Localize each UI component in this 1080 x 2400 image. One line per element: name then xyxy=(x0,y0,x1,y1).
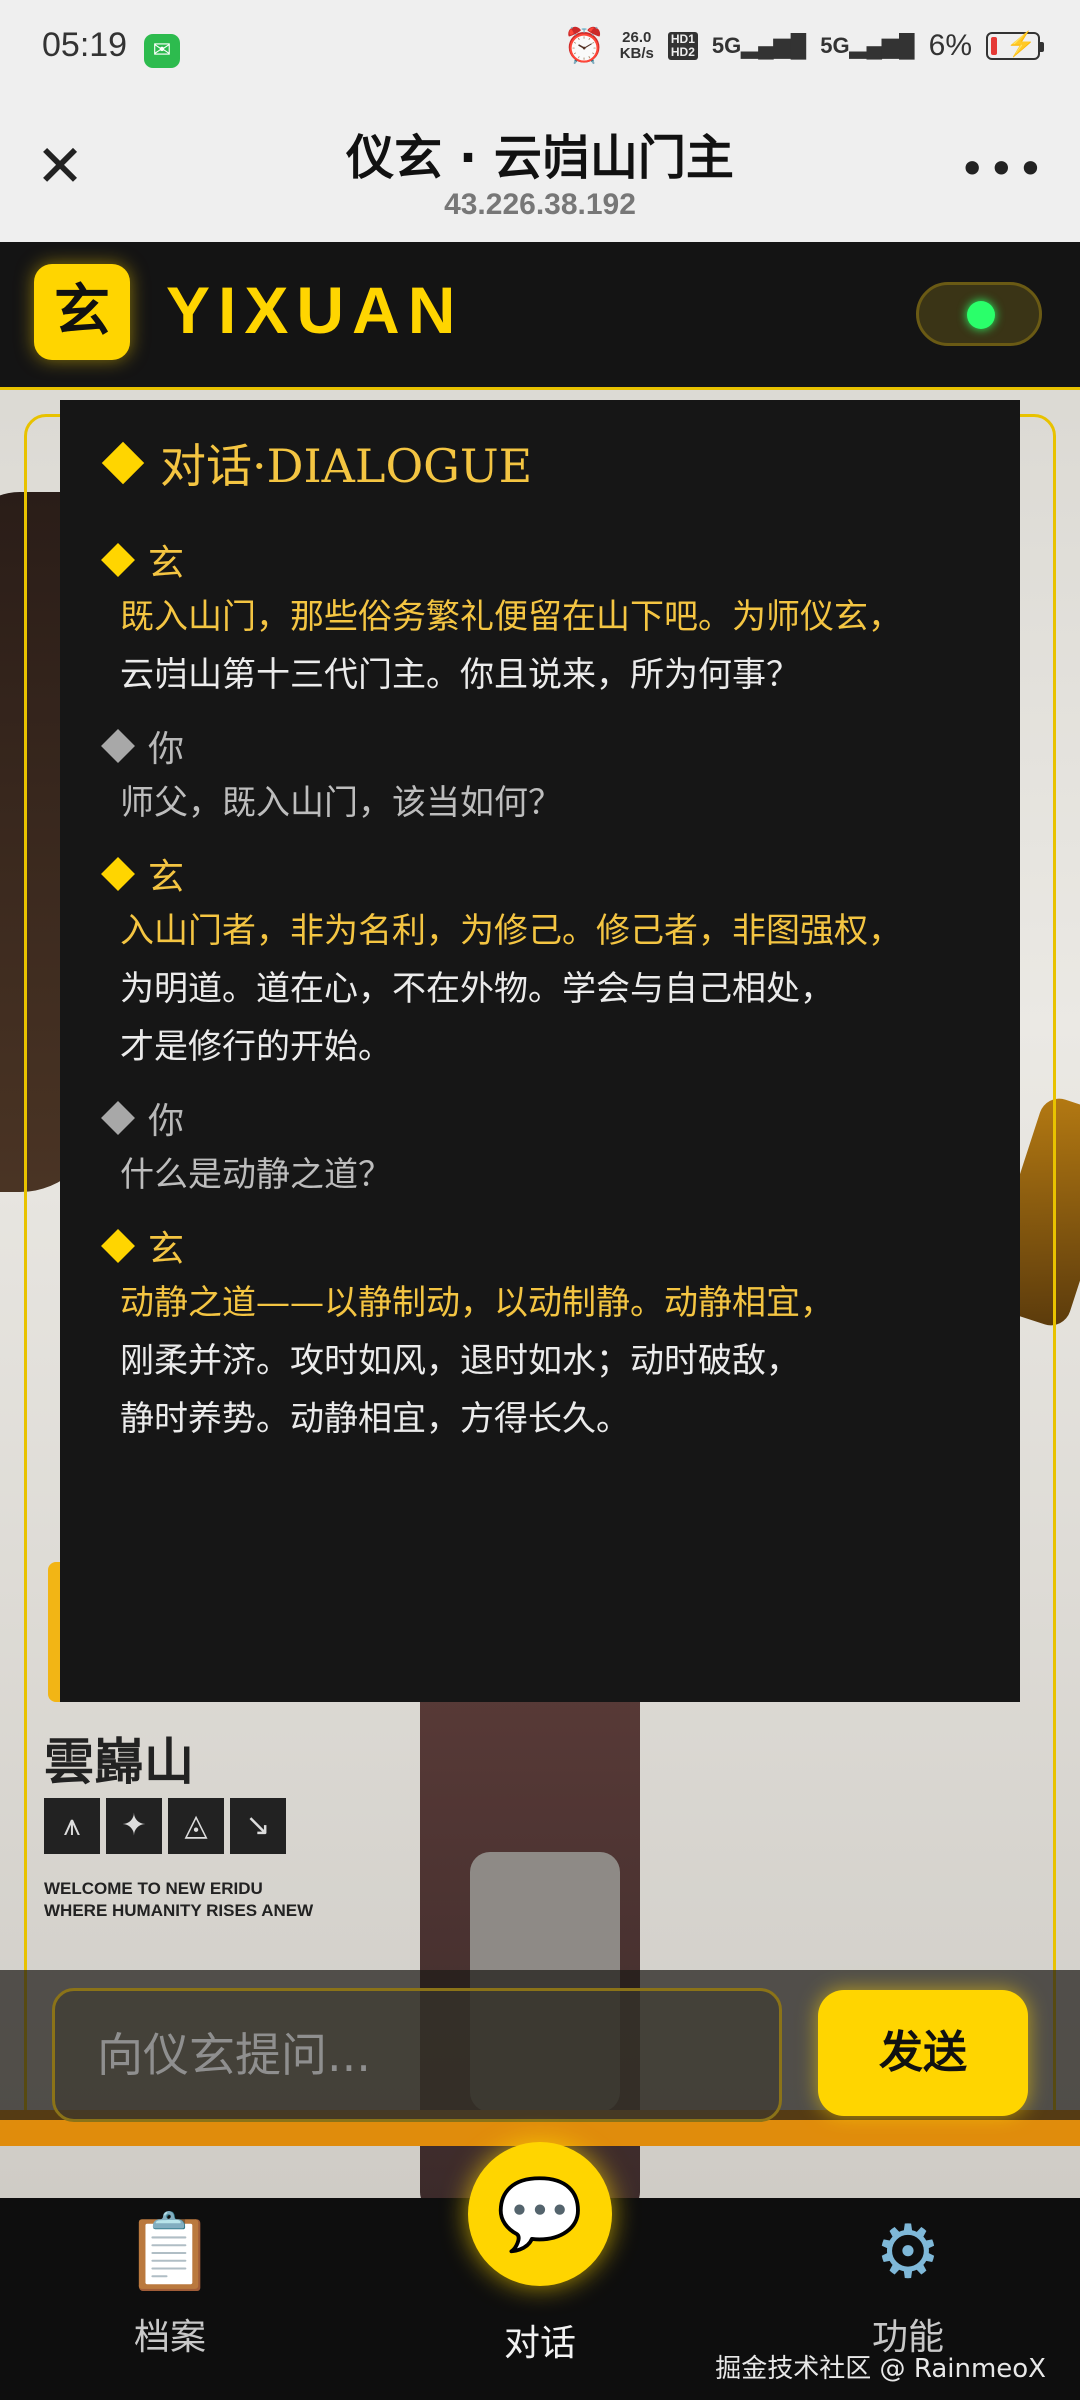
more-icon[interactable]: ••• xyxy=(959,142,1046,196)
speaker-label: 你 xyxy=(100,718,980,774)
logo-text: YIXUAN xyxy=(166,273,464,347)
diamond-icon xyxy=(101,1101,135,1135)
message-body: 动静之道——以静制动，以动制静。动静相宜， 刚柔并济。攻时如风，退时如水；动时破… xyxy=(100,1274,980,1448)
signal-5g-1: 5G▂▄▆█ xyxy=(711,33,807,58)
battery-percent: 6% xyxy=(928,29,972,62)
diamond-icon xyxy=(101,857,135,891)
diamond-icon xyxy=(101,441,145,485)
nav-functions[interactable]: ⚙ 功能 xyxy=(808,2198,1008,2360)
message-highlight: 入山门者，非为名利，为修己。修己者，非图强权， xyxy=(120,911,902,951)
message-highlight: 既入山门，那些俗务繁礼便留在山下吧。为师仪玄， xyxy=(120,597,902,637)
message-body: 师父，既入山门，该当如何？ xyxy=(100,774,980,832)
message-body: 什么是动静之道？ xyxy=(100,1146,980,1204)
message-text: 什么是动静之道？ xyxy=(120,1155,392,1195)
speaker-name: 玄 xyxy=(148,543,185,584)
alarm-icon: ⏰ xyxy=(563,27,606,65)
diamond-icon xyxy=(101,543,135,577)
nav-archive[interactable]: 📋 档案 xyxy=(70,2198,270,2360)
speaker-label: 你 xyxy=(100,1090,980,1146)
speaker-label: 玄 xyxy=(100,846,980,902)
message-text: 静时养势。动静相宜，方得长久。 xyxy=(120,1399,630,1439)
bottom-nav: 📋 档案 💬 对话 ⚙ 功能 掘金技术社区 @ RainmeoX xyxy=(0,2142,1080,2400)
speaker-name: 玄 xyxy=(148,1229,185,1270)
message-text: 师父，既入山门，该当如何？ xyxy=(120,783,562,823)
status-bar: 05:19 ✉ ⏰ 26.0 KB/s HD1 HD2 5G▂▄▆█ 5G▂▄▆… xyxy=(0,0,1080,100)
message-xuan: 玄 动静之道——以静制动，以动制静。动静相宜， 刚柔并济。攻时如风，退时如水；动… xyxy=(100,1218,980,1448)
nav-archive-label: 档案 xyxy=(133,2317,206,2358)
page-url: 43.226.38.192 xyxy=(444,188,636,221)
page-title: 仪玄 · 云岿山门主 xyxy=(346,130,734,186)
dialogue-title: 对话·DIALOGUE xyxy=(100,430,980,496)
logo-badge: 玄 xyxy=(34,264,130,360)
app-content: 雲巋山 ⩚ ✦ ◬ ↘ WELCOME TO NEW ERIDU WHERE H… xyxy=(0,242,1080,2198)
message-text: 刚柔并济。攻时如风，退时如水；动时破敌， xyxy=(120,1341,800,1381)
network-speed: 26.0 KB/s xyxy=(620,30,654,62)
hd2-label: HD2 xyxy=(670,45,695,59)
speaker-name: 你 xyxy=(148,1101,185,1142)
message-text: 为明道。道在心，不在外物。学会与自己相处， xyxy=(120,969,834,1009)
message-user: 你 什么是动静之道？ xyxy=(100,1090,980,1204)
speaker-label: 玄 xyxy=(100,1218,980,1274)
speed-unit: KB/s xyxy=(619,45,654,62)
speaker-name: 玄 xyxy=(148,857,185,898)
clipboard-icon: 📋 xyxy=(123,2209,217,2295)
message-body: 既入山门，那些俗务繁礼便留在山下吧。为师仪玄， 云岿山第十三代门主。你且说来，所… xyxy=(100,588,980,704)
message-text: 才是修行的开始。 xyxy=(120,1027,392,1067)
diamond-icon xyxy=(101,729,135,763)
battery-icon: ⚡ xyxy=(986,31,1044,60)
message-xuan: 玄 既入山门，那些俗务繁礼便留在山下吧。为师仪玄， 云岿山第十三代门主。你且说来… xyxy=(100,532,980,704)
wechat-icon: ✉ xyxy=(144,34,180,68)
signal-label: 5G xyxy=(711,33,742,58)
clock: 05:19 xyxy=(42,26,128,64)
chat-bubble-icon[interactable]: 💬 xyxy=(468,2142,612,2286)
gear-icon: ⚙ xyxy=(874,2209,942,2295)
nav-chat-label: 对话 xyxy=(503,2323,576,2364)
speaker-label: 玄 xyxy=(100,532,980,588)
hd-badge: HD1 HD2 xyxy=(667,32,698,60)
message-user: 你 师父，既入山门，该当如何？ xyxy=(100,718,980,832)
app-header: 玄 YIXUAN xyxy=(0,242,1080,390)
diamond-icon xyxy=(101,1229,135,1263)
signal-5g-2: 5G▂▄▆█ xyxy=(820,33,915,58)
send-button[interactable]: 发送 xyxy=(818,1990,1028,2116)
hd1-label: HD1 xyxy=(670,32,695,46)
watermark: 掘金技术社区 @ RainmeoX xyxy=(715,2354,1046,2384)
status-indicators: ⏰ 26.0 KB/s HD1 HD2 5G▂▄▆█ 5G▂▄▆█ 6% ⚡ xyxy=(563,26,1044,66)
speed-value: 26.0 xyxy=(622,29,652,46)
speaker-name: 你 xyxy=(148,729,185,770)
message-body: 入山门者，非为名利，为修己。修己者，非图强权， 为明道。道在心，不在外物。学会与… xyxy=(100,902,980,1076)
question-input[interactable]: 向仪玄提问... xyxy=(52,1988,782,2122)
input-row: 向仪玄提问... 发送 xyxy=(0,1970,1080,2122)
dialogue-title-text: 对话·DIALOGUE xyxy=(160,439,533,493)
online-dot-icon xyxy=(967,301,995,329)
dialogue-panel: 对话·DIALOGUE 玄 既入山门，那些俗务繁礼便留在山下吧。为师仪玄， 云岿… xyxy=(60,400,1020,1702)
signal-label: 5G xyxy=(820,33,850,58)
browser-titlebar: ✕ 仪玄 · 云岿山门主 43.226.38.192 ••• xyxy=(0,100,1080,242)
message-highlight: 动静之道——以静制动，以动制静。动静相宜， xyxy=(120,1283,834,1323)
online-status-toggle[interactable] xyxy=(916,282,1042,346)
message-text: 云岿山第十三代门主。你且说来，所为何事？ xyxy=(120,655,800,695)
message-xuan: 玄 入山门者，非为名利，为修己。修己者，非图强权， 为明道。道在心，不在外物。学… xyxy=(100,846,980,1076)
